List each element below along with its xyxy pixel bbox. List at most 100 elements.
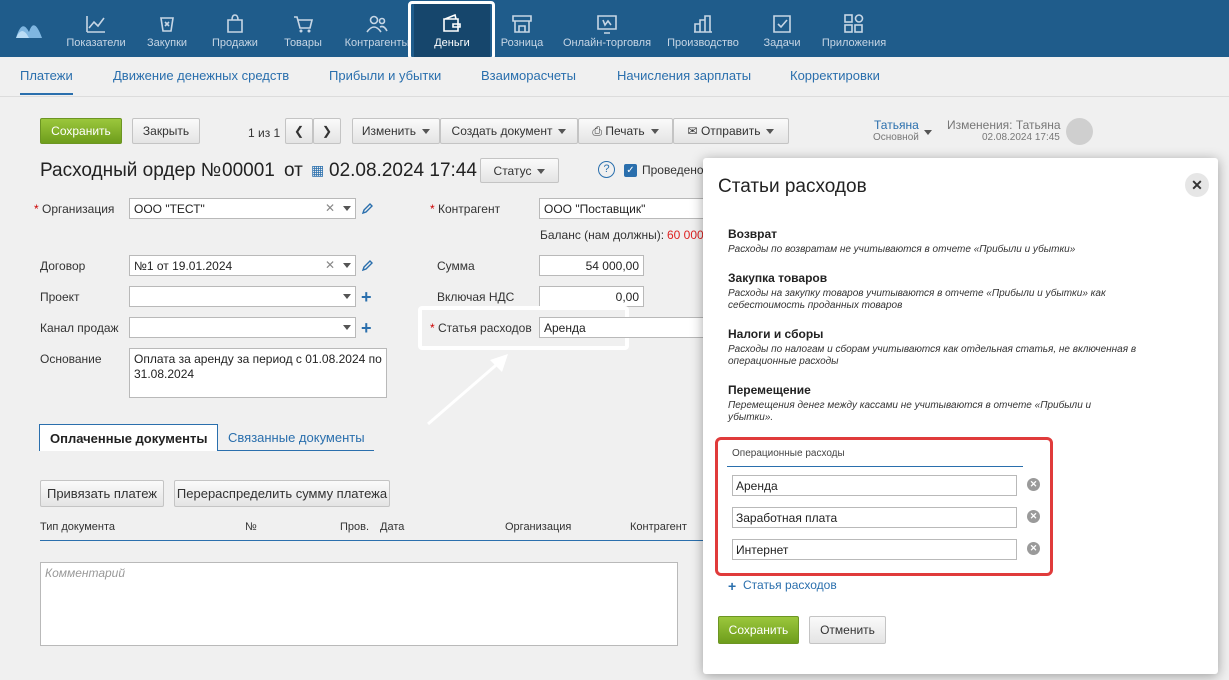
expense-item-rent: Аренда: [736, 479, 778, 493]
nav-item-apps[interactable]: Приложения: [820, 14, 888, 54]
organization-select[interactable]: ООО "ТЕСТ" ✕: [129, 198, 356, 219]
nav-item-dashboard[interactable]: Показатели: [64, 14, 128, 54]
counterparty-select[interactable]: ООО "Поставщик": [539, 198, 705, 219]
col-posted[interactable]: Пров.: [340, 521, 369, 533]
tab-linked-documents[interactable]: Связанные документы: [228, 430, 365, 445]
expense-item-internet: Интернет: [736, 543, 789, 557]
doc-from: от: [284, 160, 303, 181]
contract-select[interactable]: №1 от 19.01.2024 ✕: [129, 255, 356, 276]
col-counterparty[interactable]: Контрагент: [630, 521, 687, 533]
col-organization[interactable]: Организация: [505, 521, 571, 533]
create-document-button[interactable]: Создать документ: [440, 118, 578, 144]
user-role: Основной: [873, 132, 919, 143]
pencil-icon[interactable]: [361, 260, 373, 272]
help-icon[interactable]: ?: [598, 161, 615, 178]
top-navigation: Показатели Закупки Продажи Товары Контра…: [0, 0, 1229, 57]
avatar[interactable]: [1066, 118, 1093, 145]
pencil-icon[interactable]: [361, 203, 373, 215]
basis-textarea[interactable]: Оплата за аренду за период с 01.08.2024 …: [129, 348, 387, 398]
nav-item-sales[interactable]: Продажи: [207, 14, 263, 54]
expense-item-input[interactable]: Аренда: [732, 475, 1017, 496]
nav-label: Онлайн-торговля: [562, 37, 652, 49]
section-transfer-title[interactable]: Перемещение: [728, 383, 811, 397]
nav-item-production[interactable]: Производство: [664, 14, 742, 54]
plus-icon[interactable]: +: [728, 578, 736, 594]
nav-item-purchases[interactable]: Закупки: [140, 14, 194, 54]
comment-textarea[interactable]: Комментарий: [40, 562, 678, 646]
tab-settlements[interactable]: Взаиморасчеты: [481, 68, 576, 83]
tab-adjustments[interactable]: Корректировки: [790, 68, 880, 83]
sum-input[interactable]: 54 000,00: [539, 255, 644, 276]
remove-icon[interactable]: ✕: [1027, 542, 1040, 555]
tabs-underline: [218, 450, 374, 451]
section-taxes-title[interactable]: Налоги и сборы: [728, 327, 823, 341]
nav-item-goods[interactable]: Товары: [278, 14, 328, 54]
nav-item-online-trade[interactable]: Онлайн-торговля: [560, 14, 654, 54]
col-date[interactable]: Дата: [380, 521, 404, 533]
tab-payments[interactable]: Платежи: [20, 68, 73, 95]
nav-item-tasks[interactable]: Задачи: [760, 14, 804, 54]
col-number[interactable]: №: [245, 521, 257, 533]
tab-paid-label: Оплаченные документы: [50, 431, 208, 446]
nav-item-counterparties[interactable]: Контрагенты: [342, 14, 412, 54]
section-return-desc: Расходы по возвратам не учитываются в от…: [728, 244, 1076, 255]
clear-icon[interactable]: ✕: [325, 201, 335, 215]
basis-label: Основание: [40, 352, 102, 366]
posted-checkbox[interactable]: ✓: [624, 164, 637, 177]
chevron-down-icon[interactable]: [343, 263, 351, 268]
tab-salary[interactable]: Начисления зарплаты: [617, 68, 751, 83]
tab-paid-documents[interactable]: Оплаченные документы: [39, 424, 218, 451]
sales-channel-select[interactable]: [129, 317, 356, 338]
project-label: Проект: [40, 290, 80, 304]
changes-date: 02.08.2024 17:45: [982, 132, 1060, 143]
next-button[interactable]: ❯: [313, 118, 341, 144]
changes-label: Изменения: Татьяна: [947, 118, 1061, 132]
nav-label: Контрагенты: [344, 37, 410, 49]
section-return-title[interactable]: Возврат: [728, 227, 777, 241]
vat-input[interactable]: 0,00: [539, 286, 644, 307]
remove-icon[interactable]: ✕: [1027, 510, 1040, 523]
dialog-save-button[interactable]: Сохранить: [718, 616, 799, 644]
add-channel-icon[interactable]: +: [361, 319, 372, 337]
nav-item-retail[interactable]: Розница: [497, 14, 547, 54]
chevron-down-icon[interactable]: [343, 294, 351, 299]
chevron-down-icon[interactable]: [924, 130, 932, 135]
close-icon[interactable]: ✕: [1185, 173, 1209, 197]
print-button[interactable]: ⎙ Печать: [578, 118, 673, 144]
status-button[interactable]: Статус: [480, 158, 559, 183]
expense-item-input[interactable]: Заработная плата: [732, 507, 1017, 528]
col-doc-type[interactable]: Тип документа: [40, 521, 115, 533]
project-select[interactable]: [129, 286, 356, 307]
doc-date[interactable]: 02.08.2024 17:44: [329, 160, 477, 182]
printer-icon: ⎙: [592, 124, 602, 138]
redistribute-button[interactable]: Перераспределить сумму платежа: [174, 480, 390, 507]
add-expense-item-link[interactable]: Статья расходов: [743, 578, 837, 592]
remove-icon[interactable]: ✕: [1027, 478, 1040, 491]
calendar-icon[interactable]: ▦: [311, 162, 324, 179]
tab-cashflow[interactable]: Движение денежных средств: [113, 68, 289, 83]
tab-profit-loss[interactable]: Прибыли и убытки: [329, 68, 441, 83]
contract-label: Договор: [40, 259, 86, 273]
chevron-down-icon[interactable]: [343, 325, 351, 330]
add-project-icon[interactable]: +: [361, 288, 372, 306]
people-icon: [366, 15, 388, 33]
bind-payment-button[interactable]: Привязать платеж: [40, 480, 164, 507]
pager-text: 1 из 1: [248, 126, 281, 140]
dialog-cancel-button[interactable]: Отменить: [809, 616, 886, 644]
section-purchase-title[interactable]: Закупка товаров: [728, 271, 827, 285]
send-button[interactable]: ✉ Отправить: [673, 118, 789, 144]
save-button[interactable]: Сохранить: [40, 118, 122, 144]
store-icon: [512, 15, 532, 33]
app-logo[interactable]: [14, 14, 44, 40]
chevron-down-icon: [537, 169, 546, 175]
chevron-down-icon[interactable]: [343, 206, 351, 211]
expense-item-select[interactable]: Аренда: [539, 317, 705, 338]
expense-item-input[interactable]: Интернет: [732, 539, 1017, 560]
prev-button[interactable]: ❮: [285, 118, 313, 144]
clear-icon[interactable]: ✕: [325, 258, 335, 272]
doc-number[interactable]: 00001: [222, 160, 275, 182]
user-name[interactable]: Татьяна: [874, 118, 919, 132]
edit-button[interactable]: Изменить: [352, 118, 440, 144]
nav-label: Задачи: [763, 37, 801, 49]
close-button[interactable]: Закрыть: [132, 118, 200, 144]
